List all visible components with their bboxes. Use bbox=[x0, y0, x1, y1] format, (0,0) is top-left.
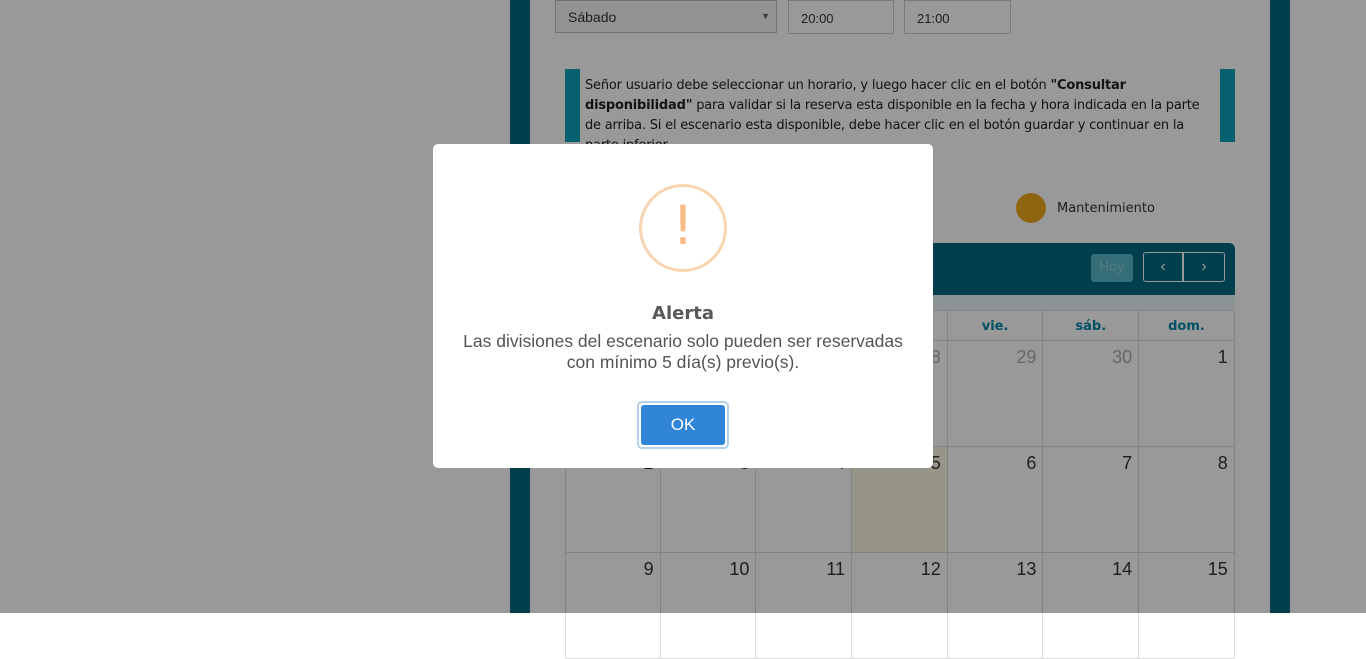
warning-icon: ! bbox=[639, 184, 727, 272]
ok-button-label: OK bbox=[641, 405, 725, 445]
dialog-title: Alerta bbox=[652, 303, 714, 324]
dialog-message: Las divisiones del escenario solo pueden… bbox=[463, 331, 903, 372]
exclamation-mark: ! bbox=[672, 194, 694, 257]
ok-button[interactable]: OK bbox=[637, 401, 729, 449]
alert-dialog: ! Alerta Las divisiones del escenario so… bbox=[433, 144, 933, 468]
